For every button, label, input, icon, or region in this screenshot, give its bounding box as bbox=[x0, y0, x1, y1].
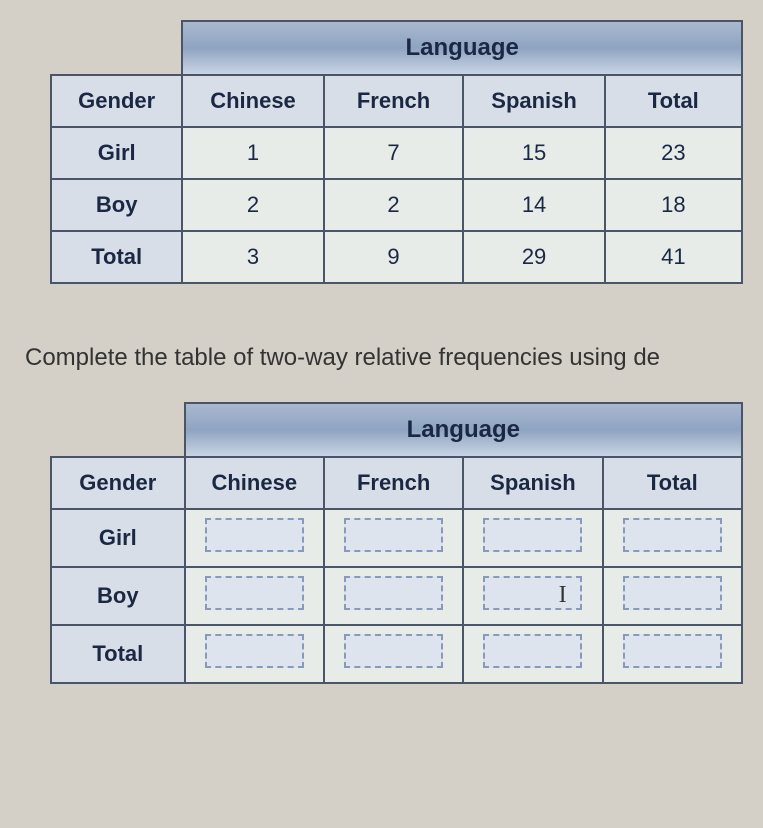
input-box[interactable] bbox=[205, 576, 304, 610]
row-boy: Boy bbox=[51, 567, 185, 625]
table-row: Total 3 9 29 41 bbox=[51, 231, 742, 283]
frequency-table: Language Gender Chinese French Spanish T… bbox=[50, 20, 743, 284]
col-chinese: Chinese bbox=[185, 457, 324, 509]
data-cell: 7 bbox=[324, 127, 464, 179]
gender-header: Gender bbox=[51, 75, 182, 127]
input-box[interactable] bbox=[205, 518, 304, 552]
row-total: Total bbox=[51, 231, 182, 283]
col-total: Total bbox=[603, 457, 742, 509]
data-cell: 14 bbox=[463, 179, 604, 231]
data-cell: 3 bbox=[182, 231, 323, 283]
input-cell[interactable] bbox=[185, 625, 324, 683]
data-cell: 2 bbox=[324, 179, 464, 231]
data-cell: 15 bbox=[463, 127, 604, 179]
input-box[interactable] bbox=[344, 634, 443, 668]
input-box[interactable] bbox=[483, 518, 582, 552]
language-header: Language bbox=[182, 21, 742, 75]
text-cursor-icon: I bbox=[559, 582, 567, 609]
row-boy: Boy bbox=[51, 179, 182, 231]
input-cell[interactable] bbox=[603, 567, 742, 625]
relative-frequency-table: Language Gender Chinese French Spanish T… bbox=[50, 402, 743, 684]
data-cell: 41 bbox=[605, 231, 742, 283]
corner-cell bbox=[51, 21, 182, 75]
col-spanish: Spanish bbox=[463, 457, 602, 509]
data-cell: 18 bbox=[605, 179, 742, 231]
input-cell[interactable] bbox=[463, 625, 602, 683]
data-cell: 2 bbox=[182, 179, 323, 231]
input-box[interactable] bbox=[623, 634, 722, 668]
input-cell[interactable] bbox=[185, 567, 324, 625]
col-spanish: Spanish bbox=[463, 75, 604, 127]
input-box[interactable] bbox=[623, 576, 722, 610]
col-french: French bbox=[324, 75, 464, 127]
input-cell[interactable] bbox=[324, 567, 463, 625]
instruction-text: Complete the table of two-way relative f… bbox=[20, 344, 743, 372]
input-box[interactable] bbox=[344, 576, 443, 610]
col-chinese: Chinese bbox=[182, 75, 323, 127]
row-girl: Girl bbox=[51, 509, 185, 567]
corner-cell bbox=[51, 403, 185, 457]
gender-header: Gender bbox=[51, 457, 185, 509]
data-cell: 9 bbox=[324, 231, 464, 283]
col-total: Total bbox=[605, 75, 742, 127]
input-cell[interactable] bbox=[603, 625, 742, 683]
language-header: Language bbox=[185, 403, 742, 457]
input-box[interactable] bbox=[483, 634, 582, 668]
input-cell[interactable]: I bbox=[463, 567, 602, 625]
input-box[interactable] bbox=[205, 634, 304, 668]
row-girl: Girl bbox=[51, 127, 182, 179]
input-box[interactable] bbox=[344, 518, 443, 552]
input-cell[interactable] bbox=[463, 509, 602, 567]
data-cell: 29 bbox=[463, 231, 604, 283]
table-row: Girl 1 7 15 23 bbox=[51, 127, 742, 179]
table-row: Boy 2 2 14 18 bbox=[51, 179, 742, 231]
table-row: Girl bbox=[51, 509, 742, 567]
input-box[interactable] bbox=[483, 576, 582, 610]
table-row: Boy I bbox=[51, 567, 742, 625]
input-cell[interactable] bbox=[185, 509, 324, 567]
input-box[interactable] bbox=[623, 518, 722, 552]
input-cell[interactable] bbox=[603, 509, 742, 567]
data-cell: 23 bbox=[605, 127, 742, 179]
input-cell[interactable] bbox=[324, 509, 463, 567]
input-cell[interactable] bbox=[324, 625, 463, 683]
data-cell: 1 bbox=[182, 127, 323, 179]
table-row: Total bbox=[51, 625, 742, 683]
col-french: French bbox=[324, 457, 463, 509]
row-total: Total bbox=[51, 625, 185, 683]
